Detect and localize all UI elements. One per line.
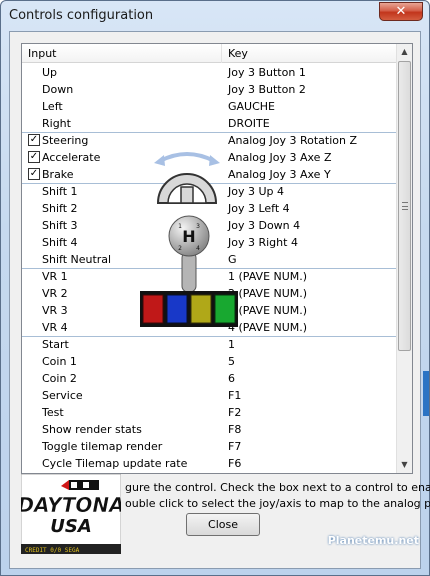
controls-list[interactable]: Input Key Up Joy 3 Button 1 Down Joy 3 Butt…: [21, 43, 413, 474]
key-binding: F7: [228, 440, 242, 453]
key-binding: Analog Joy 3 Rotation Z: [228, 134, 358, 147]
key-binding: Joy 3 Button 2: [228, 83, 306, 96]
input-label: Coin 2: [42, 372, 77, 385]
input-label: VR 3: [42, 304, 68, 317]
gear-letter: H: [182, 227, 195, 246]
gear-number: 4: [196, 245, 200, 252]
input-label: VR 2: [42, 287, 68, 300]
key-binding: 4 (PAVE NUM.): [228, 321, 308, 334]
input-label: Up: [42, 66, 58, 79]
list-item[interactable]: Coin 2 6: [22, 370, 397, 387]
gear-number: 1: [178, 223, 182, 230]
enable-checkbox[interactable]: ✓: [28, 134, 40, 146]
key-binding: Joy 3 Button 1: [228, 66, 306, 79]
window-close-button[interactable]: ✕: [379, 2, 423, 21]
gear-number: 2: [178, 245, 182, 252]
enable-checkbox[interactable]: ✓: [28, 151, 40, 163]
title-bar[interactable]: Controls configuration ✕: [1, 1, 429, 31]
vertical-scrollbar[interactable]: ▲ ▼: [396, 44, 412, 473]
list-item[interactable]: Toggle tilemap render F7: [22, 438, 397, 455]
gear-number: 3: [196, 223, 200, 230]
input-label: Coin 1: [42, 355, 77, 368]
gear-shifter-icon: H 1 3 2 4: [168, 215, 210, 293]
input-label: Test: [42, 406, 64, 419]
key-binding: F2: [228, 406, 242, 419]
list-item[interactable]: Right DROITE: [22, 115, 397, 132]
column-header-key[interactable]: Key: [222, 44, 397, 63]
close-icon: ✕: [395, 4, 407, 19]
key-binding: 3 (PAVE NUM.): [228, 304, 308, 317]
input-label: Cycle Tilemap update rate: [42, 457, 188, 470]
input-label: Shift 2: [42, 202, 78, 215]
key-binding: G: [228, 253, 237, 266]
key-binding: F8: [228, 423, 242, 436]
input-label: Shift 4: [42, 236, 78, 249]
list-item[interactable]: Show render stats F8: [22, 421, 397, 438]
help-line-1: gure the control. Check the box next to …: [125, 481, 430, 494]
key-binding: 1 (PAVE NUM.): [228, 270, 308, 283]
input-label: VR 4: [42, 321, 68, 334]
key-binding: 6: [228, 372, 235, 385]
key-binding: Joy 3 Up 4: [228, 185, 285, 198]
list-item[interactable]: Coin 1 5: [22, 353, 397, 370]
close-button[interactable]: Close: [186, 513, 260, 536]
input-label: Left: [42, 100, 63, 113]
controls-config-window: Controls configuration ✕ Input Key Up Joy…: [0, 0, 430, 576]
column-header-input[interactable]: Input: [22, 44, 222, 63]
help-line-2: ouble click to select the joy/axis to ma…: [125, 497, 430, 510]
list-item[interactable]: Service F1: [22, 387, 397, 404]
key-binding: 1: [228, 338, 235, 351]
list-header: Input Key: [22, 44, 397, 63]
scroll-up-icon[interactable]: ▲: [397, 44, 412, 60]
key-binding: DROITE: [228, 117, 270, 130]
input-label: Toggle tilemap render: [42, 440, 163, 453]
logo-subtitle: USA: [50, 516, 92, 537]
grip-icon: [402, 202, 408, 210]
list-item[interactable]: Test F2: [22, 404, 397, 421]
logo-title: DAYTONA: [21, 493, 121, 517]
input-label: Show render stats: [42, 423, 142, 436]
input-label: Start: [42, 338, 69, 351]
key-binding: GAUCHE: [228, 100, 276, 113]
enable-checkbox[interactable]: ✓: [28, 168, 40, 180]
input-label: Shift 1: [42, 185, 78, 198]
input-label: Accelerate: [42, 151, 101, 164]
key-binding: Joy 3 Left 4: [228, 202, 290, 215]
vr-buttons-icon: [140, 291, 238, 327]
key-binding: Joy 3 Right 4: [228, 236, 298, 249]
list-item[interactable]: Cycle Tilemap update rate F6: [22, 455, 397, 472]
scroll-down-icon[interactable]: ▼: [397, 457, 412, 473]
key-binding: 5: [228, 355, 235, 368]
input-label: Shift Neutral: [42, 253, 112, 266]
list-item[interactable]: Down Joy 3 Button 2: [22, 81, 397, 98]
window-title: Controls configuration: [9, 8, 154, 23]
input-label: Service: [42, 389, 83, 402]
input-label: Shift 3: [42, 219, 78, 232]
side-accent-strip: [423, 371, 429, 416]
input-label: Right: [42, 117, 71, 130]
input-label: Steering: [42, 134, 89, 147]
list-item[interactable]: Start 1: [22, 336, 397, 353]
key-binding: F1: [228, 389, 242, 402]
watermark: Planetemu.net: [327, 534, 419, 547]
key-binding: Analog Joy 3 Axe Z: [228, 151, 332, 164]
input-label: VR 1: [42, 270, 68, 283]
daytona-usa-logo: DAYTONA USA CREDIT 0/0 SEGA: [21, 474, 121, 554]
key-binding: Analog Joy 3 Axe Y: [228, 168, 331, 181]
steering-wheel-icon: [154, 152, 220, 204]
help-text: gure the control. Check the box next to …: [125, 480, 430, 512]
input-label: Down: [42, 83, 74, 96]
key-binding: Joy 3 Down 4: [228, 219, 301, 232]
key-binding: 2 (PAVE NUM.): [228, 287, 308, 300]
list-item[interactable]: ✓ Steering Analog Joy 3 Rotation Z: [22, 132, 397, 149]
list-item[interactable]: Up Joy 3 Button 1: [22, 64, 397, 81]
input-label: Brake: [42, 168, 74, 181]
list-item[interactable]: Left GAUCHE: [22, 98, 397, 115]
key-binding: F6: [228, 457, 242, 470]
dialog-client-area: Input Key Up Joy 3 Button 1 Down Joy 3 Butt…: [9, 31, 430, 569]
scrollbar-thumb[interactable]: [398, 61, 411, 351]
logo-footer: CREDIT 0/0 SEGA: [25, 547, 80, 554]
